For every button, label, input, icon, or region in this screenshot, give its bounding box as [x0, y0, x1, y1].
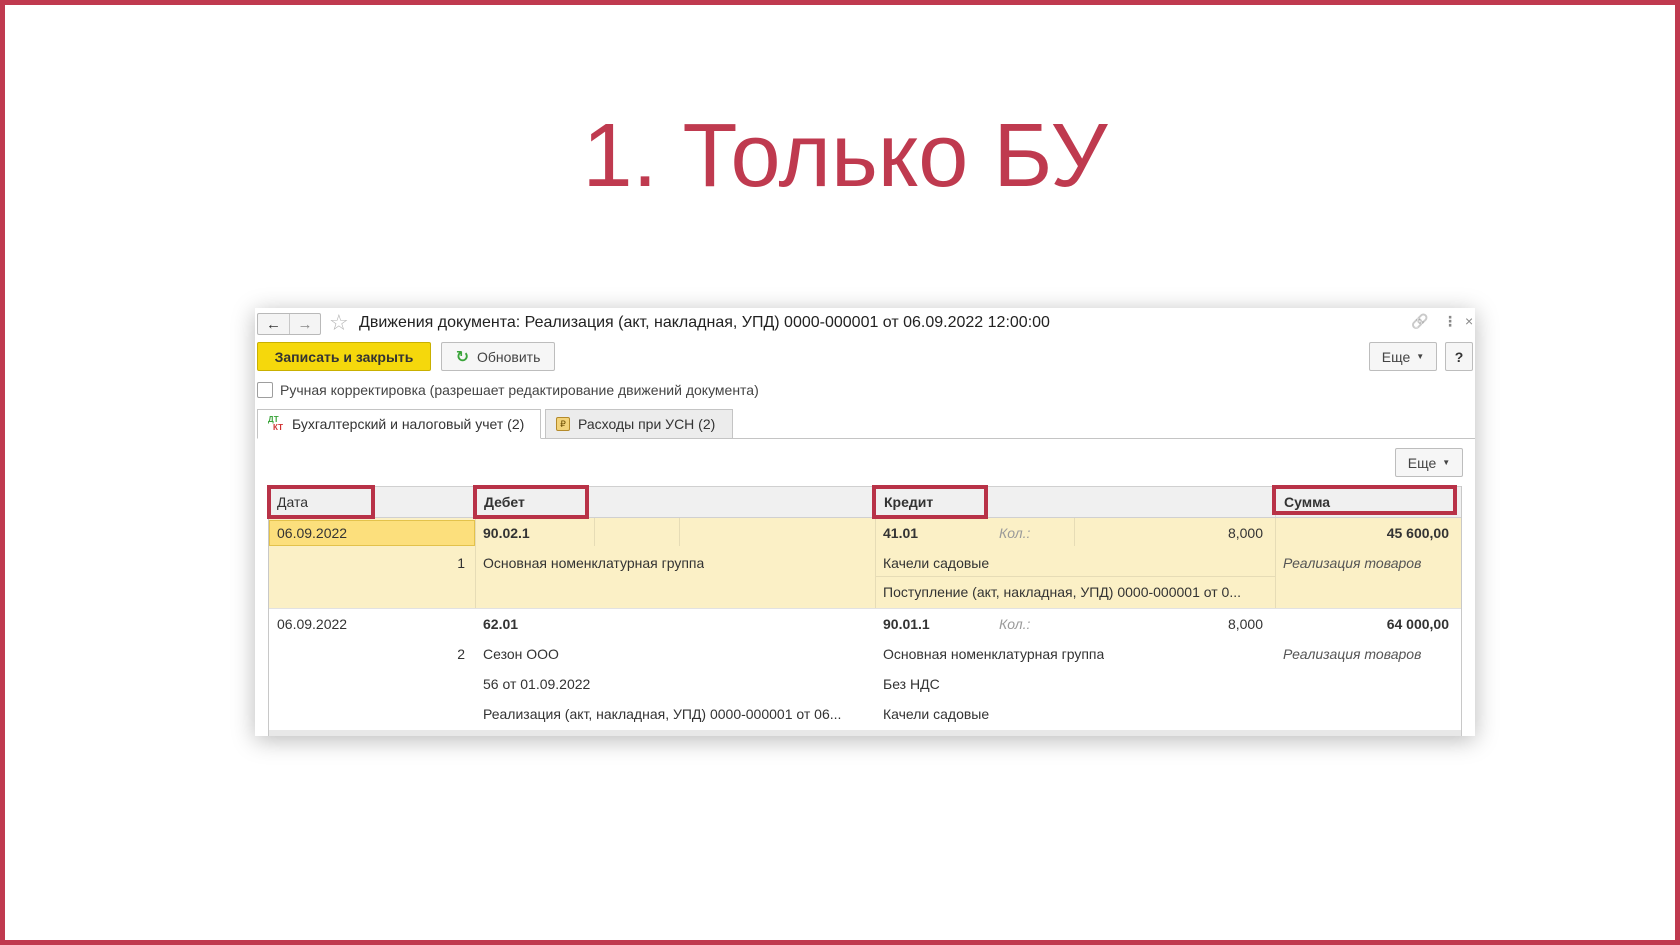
forward-arrow-icon[interactable]: → — [289, 314, 320, 334]
highlight-debit — [473, 485, 589, 519]
row-content: Реализация товаров — [1283, 646, 1422, 662]
highlight-credit — [872, 485, 988, 519]
refresh-label: Обновить — [477, 348, 541, 365]
grid-more-label: Еще — [1407, 454, 1437, 471]
qty-value: 8,000 — [1227, 525, 1263, 541]
slide-title: 1. Только БУ — [582, 106, 1108, 206]
save-and-close-button[interactable]: Записать и закрыть — [257, 342, 431, 371]
table-row[interactable]: 06.09.2022 1 90.02.1 Основная номенклату… — [269, 518, 1461, 608]
tab-accounting[interactable]: ДТ КТ Бухгалтерский и налоговый учет (2) — [257, 409, 541, 439]
movements-table: Дата Дебет Кредит Сумма 06.09.2022 1 90.… — [267, 485, 1462, 736]
close-icon[interactable]: × — [1465, 313, 1473, 329]
slide-frame: 1. Только БУ ← → ☆ Движения документа: Р… — [0, 0, 1680, 945]
chevron-down-icon: ▼ — [1442, 458, 1451, 467]
credit-subconto: Без НДС — [883, 676, 940, 692]
help-button[interactable]: ? — [1445, 342, 1473, 371]
qty-label: Кол.: — [999, 616, 1031, 632]
more-label: Еще — [1381, 348, 1411, 365]
grid-more-button[interactable]: Еще ▼ — [1395, 448, 1463, 477]
tab-accounting-label: Бухгалтерский и налоговый учет (2) — [292, 416, 525, 432]
nav-buttons: ← → — [257, 313, 321, 335]
manual-edit-checkbox[interactable] — [257, 382, 273, 398]
kebab-menu-icon[interactable]: ⋮ — [1443, 313, 1457, 330]
debit-subconto: 56 от 01.09.2022 — [483, 676, 591, 692]
debit-subconto: Сезон ООО — [483, 646, 559, 662]
row-sum: 45 600,00 — [1386, 525, 1449, 541]
row-date: 06.09.2022 — [277, 616, 348, 632]
window-title: Движения документа: Реализация (акт, нак… — [359, 314, 1050, 331]
back-arrow-icon[interactable]: ← — [258, 314, 289, 334]
debit-account: 90.02.1 — [483, 525, 530, 541]
title-bar: ← → ☆ Движения документа: Реализация (ак… — [255, 308, 1475, 338]
refresh-button[interactable]: ↻ Обновить — [441, 342, 555, 371]
horizontal-scrollbar[interactable] — [269, 730, 1461, 736]
more-button[interactable]: Еще ▼ — [1369, 342, 1437, 371]
credit-account: 41.01 — [883, 525, 919, 541]
debit-subconto: Основная номенклатурная группа — [483, 555, 705, 571]
refresh-icon: ↻ — [455, 348, 469, 366]
highlight-sum — [1272, 485, 1457, 515]
tab-usn-expenses-label: Расходы при УСН (2) — [578, 416, 716, 432]
tab-usn-expenses[interactable]: ₽ Расходы при УСН (2) — [545, 409, 733, 439]
debit-account: 62.01 — [483, 616, 519, 632]
register-icon: ₽ — [556, 417, 570, 431]
document-movements-window: ← → ☆ Движения документа: Реализация (ак… — [255, 308, 1475, 736]
link-icon[interactable]: 🔗 — [1411, 313, 1428, 330]
row-number: 2 — [457, 646, 465, 662]
credit-subconto: Качели садовые — [883, 555, 990, 571]
chevron-down-icon: ▼ — [1416, 352, 1425, 361]
manual-edit-label[interactable]: Ручная корректировка (разрешает редактир… — [280, 382, 759, 398]
qty-label: Кол.: — [999, 525, 1031, 541]
highlight-date — [267, 485, 375, 519]
credit-subconto: Поступление (акт, накладная, УПД) 0000-0… — [883, 584, 1241, 600]
credit-subconto: Качели садовые — [883, 706, 990, 722]
dt-kt-icon: ДТ КТ — [268, 415, 283, 432]
credit-subconto: Основная номенклатурная группа — [883, 646, 1105, 662]
qty-value: 8,000 — [1227, 616, 1263, 632]
favorite-star-icon[interactable]: ☆ — [329, 311, 349, 335]
table-row[interactable]: 06.09.2022 2 62.01 Сезон ООО 56 от 01.09… — [269, 608, 1461, 728]
row-date: 06.09.2022 — [277, 525, 348, 541]
row-number: 1 — [457, 555, 465, 571]
row-content: Реализация товаров — [1283, 555, 1422, 571]
credit-account: 90.01.1 — [883, 616, 930, 632]
row-sum: 64 000,00 — [1386, 616, 1449, 632]
debit-subconto: Реализация (акт, накладная, УПД) 0000-00… — [483, 706, 842, 722]
